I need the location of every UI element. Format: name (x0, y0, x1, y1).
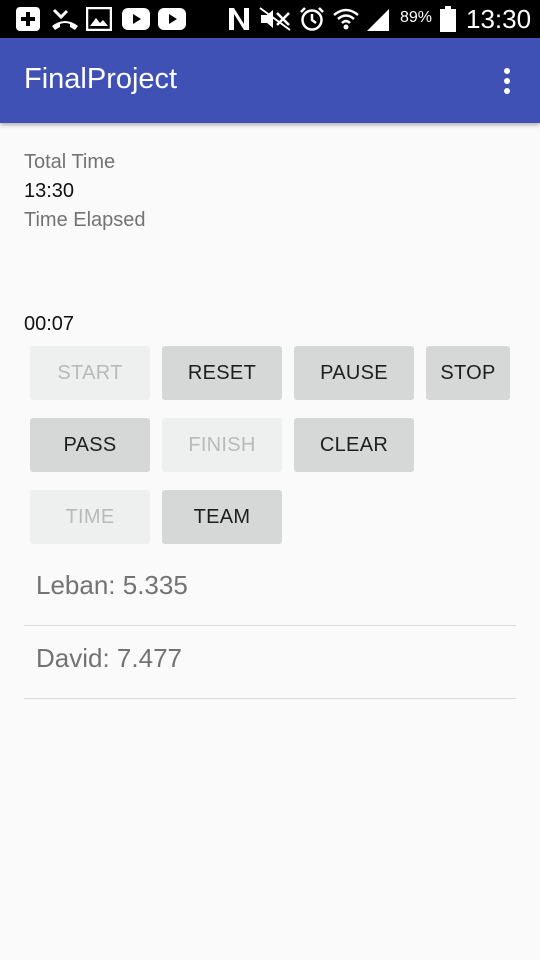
signal-icon (364, 0, 390, 38)
time-elapsed-label: Time Elapsed (24, 209, 146, 231)
stop-button[interactable]: STOP (426, 346, 510, 400)
result-text: David: 7.477 (36, 643, 182, 673)
mute-icon (258, 0, 292, 38)
status-bar: 89% 13:30 (0, 0, 540, 38)
result-text: Leban: 5.335 (36, 570, 188, 600)
list-item[interactable]: Leban: 5.335 (24, 554, 516, 626)
wifi-icon (332, 0, 360, 38)
missed-call-icon (50, 0, 80, 38)
battery-icon (438, 0, 458, 38)
start-button[interactable]: START (30, 346, 150, 400)
more-vert-icon[interactable] (492, 64, 522, 98)
alarm-icon (298, 0, 326, 38)
nfc-icon (226, 0, 252, 38)
app-title: FinalProject (24, 63, 178, 95)
add-box-icon (14, 0, 42, 38)
youtube-icon (158, 0, 186, 38)
time-elapsed-value: 00:07 (24, 313, 75, 335)
total-time-label: Total Time (24, 151, 116, 173)
finish-button[interactable]: FINISH (162, 418, 282, 472)
app-bar: FinalProject (0, 38, 540, 123)
team-button[interactable]: TEAM (162, 490, 282, 544)
youtube-icon (122, 0, 150, 38)
list-item[interactable]: David: 7.477 (24, 627, 516, 699)
pause-button[interactable]: PAUSE (294, 346, 414, 400)
pass-button[interactable]: PASS (30, 418, 150, 472)
time-button[interactable]: TIME (30, 490, 150, 544)
clear-button[interactable]: CLEAR (294, 418, 414, 472)
reset-button[interactable]: RESET (162, 346, 282, 400)
status-time: 13:30 (466, 4, 532, 34)
total-time-value: 13:30 (24, 180, 75, 202)
battery-percent: 89% (400, 9, 433, 26)
image-icon (86, 0, 112, 38)
